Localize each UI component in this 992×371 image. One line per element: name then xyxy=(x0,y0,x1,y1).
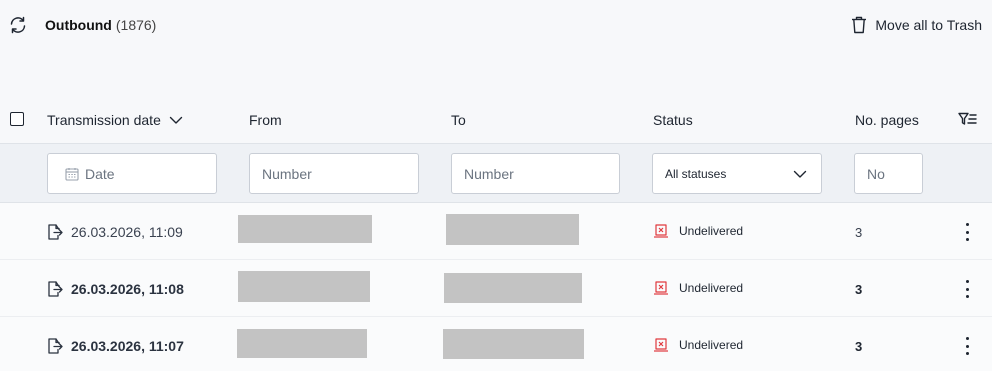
row-status: Undelivered xyxy=(653,281,743,295)
column-from[interactable]: From xyxy=(249,112,282,128)
to-filter-placeholder: Number xyxy=(464,165,514,182)
column-to[interactable]: To xyxy=(451,112,466,128)
column-label-pages: No. pages xyxy=(855,112,919,128)
from-filter-input[interactable]: Number xyxy=(249,153,419,194)
filter-icon[interactable] xyxy=(958,112,977,126)
row-pages: 3 xyxy=(855,282,863,297)
folder-name: Outbound xyxy=(45,17,112,33)
column-label-date: Transmission date xyxy=(47,112,161,128)
toolbar: Outbound (1876) Move all to Trash xyxy=(0,0,992,50)
column-label-from: From xyxy=(249,112,282,128)
table-header: Transmission date From To Status No. pag… xyxy=(0,97,992,142)
pages-filter-input[interactable]: No xyxy=(854,153,923,194)
calendar-icon xyxy=(65,167,79,181)
message-count: (1876) xyxy=(115,17,157,33)
table-row[interactable]: 26.03.2026, 11:07 Undelivered 3 xyxy=(0,317,992,371)
column-label-status: Status xyxy=(653,112,693,128)
redacted-from-number xyxy=(238,271,370,302)
to-filter-input[interactable]: Number xyxy=(451,153,620,194)
pages-filter-placeholder: No xyxy=(867,165,885,182)
row-date: 26.03.2026, 11:09 xyxy=(47,224,183,240)
move-all-to-trash-button[interactable]: Move all to Trash xyxy=(851,15,982,35)
filter-row: Date Number Number All statuses No xyxy=(0,143,992,203)
redacted-from-number xyxy=(237,329,367,358)
redacted-to-number xyxy=(444,273,582,303)
outbound-fax-icon xyxy=(48,224,63,240)
column-label-to: To xyxy=(451,112,466,128)
outbound-fax-icon xyxy=(48,338,63,354)
column-status[interactable]: Status xyxy=(653,112,693,128)
row-status-text: Undelivered xyxy=(679,224,744,238)
row-more-menu-icon[interactable] xyxy=(960,335,974,357)
row-more-menu-icon[interactable] xyxy=(960,221,974,243)
row-pages: 3 xyxy=(855,225,863,240)
row-date: 26.03.2026, 11:07 xyxy=(47,338,184,354)
status-filter-value: All statuses xyxy=(665,166,727,181)
column-transmission-date[interactable]: Transmission date xyxy=(47,112,183,128)
date-filter-input[interactable]: Date xyxy=(47,153,217,194)
table-row[interactable]: 26.03.2026, 11:09 Undelivered 3 xyxy=(0,203,992,260)
row-date-text: 26.03.2026, 11:09 xyxy=(71,224,183,240)
row-status-text: Undelivered xyxy=(679,338,744,352)
outbound-fax-icon xyxy=(48,281,63,297)
undelivered-icon xyxy=(654,281,668,295)
trash-icon xyxy=(852,16,867,34)
row-date: 26.03.2026, 11:08 xyxy=(47,281,184,297)
chevron-down-icon xyxy=(169,116,183,124)
undelivered-icon xyxy=(654,338,668,352)
row-status: Undelivered xyxy=(653,224,743,238)
row-date-text: 26.03.2026, 11:08 xyxy=(71,281,184,297)
trash-label: Move all to Trash xyxy=(875,17,982,33)
column-pages[interactable]: No. pages xyxy=(855,112,919,128)
redacted-to-number xyxy=(443,329,584,359)
status-filter-select[interactable]: All statuses xyxy=(652,153,822,194)
row-status-text: Undelivered xyxy=(679,281,744,295)
chevron-down-icon xyxy=(793,170,807,178)
row-status: Undelivered xyxy=(653,338,743,352)
redacted-to-number xyxy=(446,214,579,245)
page-title: Outbound (1876) xyxy=(45,17,156,33)
redacted-from-number xyxy=(238,215,372,243)
table-row[interactable]: 26.03.2026, 11:08 Undelivered 3 xyxy=(0,260,992,317)
refresh-icon[interactable] xyxy=(8,15,28,35)
from-filter-placeholder: Number xyxy=(262,165,312,182)
row-date-text: 26.03.2026, 11:07 xyxy=(71,338,184,354)
row-more-menu-icon[interactable] xyxy=(960,278,974,300)
date-filter-placeholder: Date xyxy=(85,165,115,182)
undelivered-icon xyxy=(654,224,668,238)
row-pages: 3 xyxy=(855,339,863,354)
